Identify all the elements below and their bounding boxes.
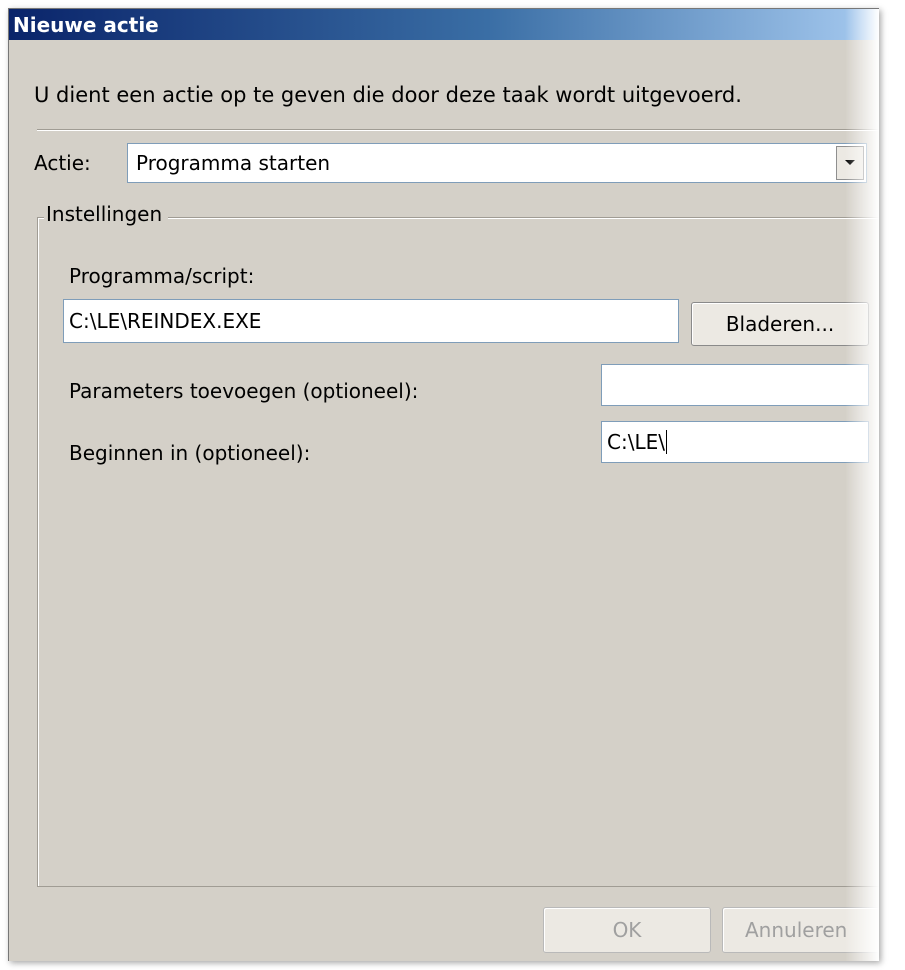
text-caret <box>665 430 667 454</box>
program-field[interactable]: C:\LE\REINDEX.EXE <box>63 299 679 343</box>
torn-edge-decoration <box>845 9 879 961</box>
browse-button[interactable]: Bladeren... <box>691 302 869 346</box>
parameters-field[interactable] <box>601 364 869 406</box>
page: Nieuwe actie U dient een actie op te gev… <box>0 0 905 970</box>
new-action-dialog: Nieuwe actie U dient een actie op te gev… <box>8 8 879 961</box>
settings-group-label: Instellingen <box>44 202 169 226</box>
window-title: Nieuwe actie <box>13 12 159 37</box>
ok-button[interactable]: OK <box>543 907 711 953</box>
start-in-label: Beginnen in (optioneel): <box>69 441 311 465</box>
separator <box>37 129 879 131</box>
program-label: Programma/script: <box>69 264 255 288</box>
start-in-field-value: C:\LE\ <box>607 430 665 454</box>
ok-button-label: OK <box>612 918 642 942</box>
browse-button-label: Bladeren... <box>725 312 835 336</box>
cancel-button-label: Annuleren <box>745 918 848 942</box>
intro-text: U dient een actie op te geven die door d… <box>34 83 742 107</box>
title-bar[interactable]: Nieuwe actie <box>9 9 879 40</box>
action-select[interactable]: Programma starten <box>127 143 867 183</box>
action-label: Actie: <box>34 151 91 175</box>
parameters-label: Parameters toevoegen (optioneel): <box>69 379 419 403</box>
action-select-value: Programma starten <box>136 151 331 175</box>
program-field-value: C:\LE\REINDEX.EXE <box>69 309 262 333</box>
start-in-field[interactable]: C:\LE\ <box>601 421 869 463</box>
